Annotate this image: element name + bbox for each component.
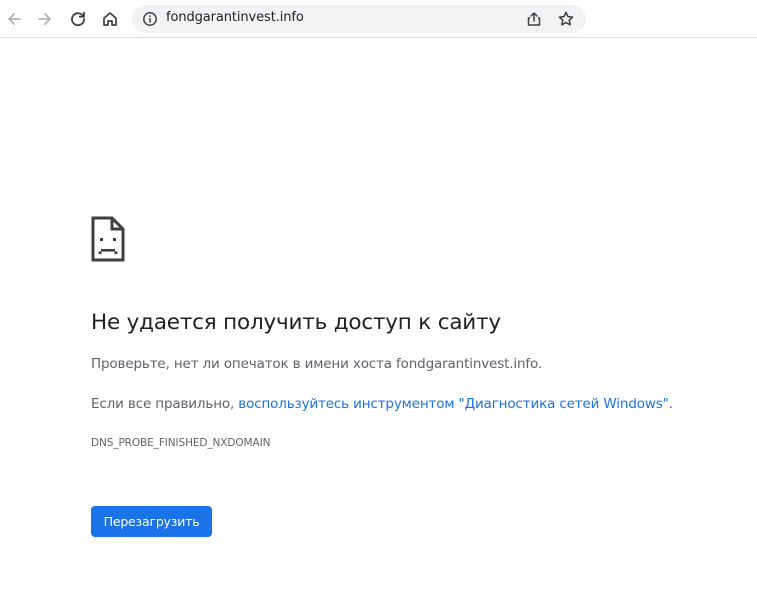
diagnostics-paragraph: Если все правильно, воспользуйтесь инстр… xyxy=(91,396,673,412)
diagnostics-prefix: Если все правильно, xyxy=(91,396,239,412)
hostname-check-text: Проверьте, нет ли опечаток в имени хоста… xyxy=(91,356,543,372)
address-bar[interactable]: fondgarantinvest.info xyxy=(132,5,586,33)
bookmark-star-icon[interactable] xyxy=(557,10,575,28)
url-text[interactable]: fondgarantinvest.info xyxy=(166,10,304,25)
reload-button[interactable] xyxy=(64,5,92,33)
forward-button[interactable] xyxy=(31,5,59,33)
back-button[interactable] xyxy=(0,5,28,33)
error-heading: Не удается получить доступ к сайту xyxy=(91,310,501,335)
network-diagnostics-link[interactable]: воспользуйтесь инструментом "Диагностика… xyxy=(238,396,669,412)
reload-icon xyxy=(71,11,85,27)
arrow-forward-icon xyxy=(38,13,51,25)
browser-toolbar: fondgarantinvest.info xyxy=(0,0,757,38)
share-icon[interactable] xyxy=(525,10,543,28)
reload-page-button[interactable]: Перезагрузить xyxy=(91,506,212,537)
home-icon xyxy=(103,12,117,26)
error-code: DNS_PROBE_FINISHED_NXDOMAIN xyxy=(91,437,271,449)
home-button[interactable] xyxy=(96,5,124,33)
arrow-back-icon xyxy=(8,13,21,25)
diagnostics-suffix: . xyxy=(668,396,673,412)
sad-page-icon xyxy=(91,216,125,262)
info-icon[interactable] xyxy=(142,11,158,27)
